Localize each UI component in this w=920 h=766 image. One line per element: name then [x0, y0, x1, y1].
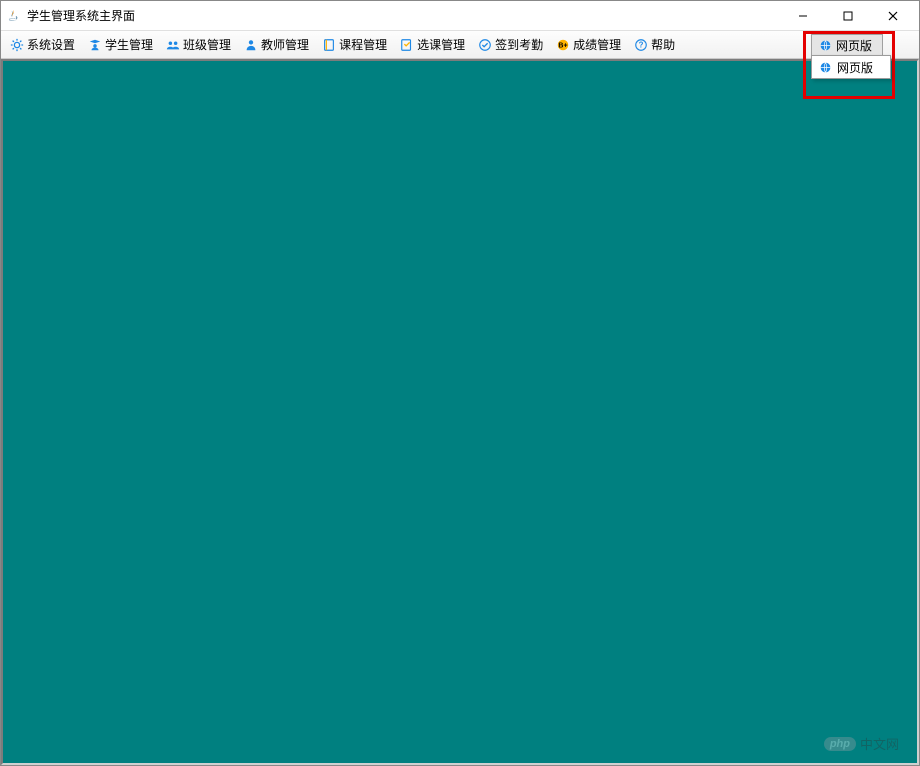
book-icon: [321, 37, 337, 53]
web-version-label: 网页版: [836, 37, 872, 54]
window-title: 学生管理系统主界面: [27, 7, 780, 24]
menu-label: 选课管理: [417, 36, 465, 53]
menu-grade-management[interactable]: B+ 成绩管理: [549, 33, 627, 57]
web-version-button[interactable]: 网页版: [811, 34, 883, 56]
menu-label: 成绩管理: [573, 36, 621, 53]
check-icon: [477, 37, 493, 53]
menu-label: 系统设置: [27, 36, 75, 53]
web-version-dropdown: 网页版 网页版: [811, 34, 891, 79]
menu-help[interactable]: ? 帮助: [627, 33, 681, 57]
gear-icon: [9, 37, 25, 53]
minimize-button[interactable]: [780, 2, 825, 30]
menu-system-settings[interactable]: 系统设置: [3, 33, 81, 57]
help-icon: ?: [633, 37, 649, 53]
menu-label: 课程管理: [339, 36, 387, 53]
menu-label: 帮助: [651, 36, 675, 53]
menu-label: 教师管理: [261, 36, 309, 53]
menu-label: 班级管理: [183, 36, 231, 53]
globe-icon: [817, 37, 833, 53]
menu-bar: 系统设置 学生管理 班级管理 教师管理 课程管理: [1, 31, 919, 59]
menu-class-management[interactable]: 班级管理: [159, 33, 237, 57]
mdi-content-area: [1, 59, 919, 765]
menu-selection-management[interactable]: 选课管理: [393, 33, 471, 57]
menu-label: 学生管理: [105, 36, 153, 53]
teacher-icon: [243, 37, 259, 53]
menu-attendance[interactable]: 签到考勤: [471, 33, 549, 57]
svg-text:B+: B+: [559, 42, 568, 49]
java-icon: [5, 8, 21, 24]
menu-label: 签到考勤: [495, 36, 543, 53]
menu-teacher-management[interactable]: 教师管理: [237, 33, 315, 57]
dropdown-option-label: 网页版: [837, 59, 873, 76]
badge-icon: B+: [555, 37, 571, 53]
title-bar: 学生管理系统主界面: [1, 1, 919, 31]
select-icon: [399, 37, 415, 53]
maximize-button[interactable]: [825, 2, 870, 30]
window-controls: [780, 2, 915, 30]
menu-student-management[interactable]: 学生管理: [81, 33, 159, 57]
close-button[interactable]: [870, 2, 915, 30]
student-icon: [87, 37, 103, 53]
dropdown-option-web[interactable]: 网页版: [812, 56, 890, 78]
app-window: 学生管理系统主界面 系统设置 学生管理: [0, 0, 920, 766]
dropdown-panel: 网页版: [811, 55, 891, 79]
svg-text:?: ?: [639, 40, 644, 49]
menu-course-management[interactable]: 课程管理: [315, 33, 393, 57]
group-icon: [165, 37, 181, 53]
globe-icon: [817, 59, 833, 75]
